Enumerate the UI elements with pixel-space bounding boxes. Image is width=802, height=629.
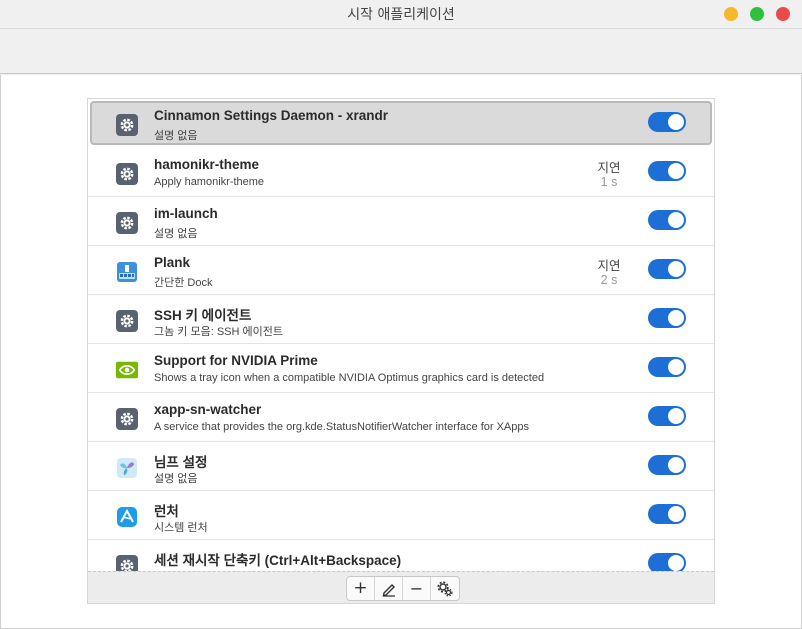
startup-list: Cinnamon Settings Daemon - xrandr 설명 없음 ha…: [87, 98, 715, 604]
startup-entry-row[interactable]: im-launch 설명 없음: [88, 197, 714, 246]
gear-icon: [116, 555, 138, 571]
toggle-knob: [668, 506, 684, 522]
entry-description: A service that provides the org.kde.Stat…: [154, 421, 529, 433]
settings-button[interactable]: [431, 577, 459, 600]
enable-toggle[interactable]: [648, 161, 686, 181]
launcher-icon: [116, 506, 138, 528]
startup-entry-row[interactable]: Plank 간단한 Dock 지연 2 s: [88, 246, 714, 295]
entry-description: 설명 없음: [154, 228, 198, 240]
startup-entry-row[interactable]: xapp-sn-watcher A service that provides t…: [88, 393, 714, 442]
startup-entry-row[interactable]: Support for NVIDIA Prime Shows a tray ico…: [88, 344, 714, 393]
enable-toggle[interactable]: [648, 553, 686, 571]
entry-name: 런처: [154, 504, 179, 519]
enable-toggle[interactable]: [648, 357, 686, 377]
startup-entry-row[interactable]: hamonikr-theme Apply hamonikr-theme 지연 1 s: [88, 148, 714, 197]
gear-icon: [116, 163, 138, 185]
enable-toggle[interactable]: [648, 504, 686, 524]
add-button[interactable]: +: [347, 577, 375, 600]
entry-description: 그놈 키 모음: SSH 에이전트: [154, 326, 283, 338]
enable-toggle[interactable]: [648, 455, 686, 475]
gear-icon: [116, 408, 138, 430]
delay-value: 1 s: [600, 175, 618, 189]
remove-icon: −: [409, 578, 424, 598]
entry-description: 설명 없음: [154, 130, 198, 142]
gear-icon: [116, 212, 138, 234]
toggle-knob: [668, 457, 684, 473]
startup-entry-row[interactable]: Cinnamon Settings Daemon - xrandr 설명 없음: [90, 101, 712, 145]
entry-name: Support for NVIDIA Prime: [154, 353, 318, 368]
title-bar: 시작 애플리케이션: [0, 0, 802, 29]
enable-toggle[interactable]: [648, 112, 686, 132]
entry-description: 시스템 런처: [154, 522, 208, 534]
plank-icon: [116, 261, 138, 283]
list-toolbar: + −: [88, 571, 714, 603]
toggle-knob: [668, 359, 684, 375]
nimf-icon: [116, 457, 138, 479]
startup-entry-row[interactable]: 님프 설정설명 없음: [88, 442, 714, 491]
entry-name: 님프 설정: [154, 455, 208, 470]
toggle-knob: [668, 212, 684, 228]
entry-name: 세션 재시작 단축키 (Ctrl+Alt+Backspace): [154, 553, 402, 568]
remove-button[interactable]: −: [403, 577, 431, 600]
startup-entry-row[interactable]: 런처시스템 런처: [88, 491, 714, 540]
toggle-knob: [668, 114, 684, 130]
toggle-knob: [668, 310, 684, 326]
window-title: 시작 애플리케이션: [347, 7, 455, 23]
toggle-knob: [668, 555, 684, 571]
enable-toggle[interactable]: [648, 259, 686, 279]
delay-label: 지연: [597, 259, 621, 273]
entry-name: im-launch: [154, 206, 218, 221]
close-button[interactable]: [776, 7, 790, 21]
gear-icon: [116, 310, 138, 332]
gear-icon: [116, 114, 138, 136]
settings-icon: [437, 580, 453, 597]
startup-entry-row[interactable]: SSH 키 에이전트그놈 키 모음: SSH 에이전트: [88, 295, 714, 344]
startup-entry-row[interactable]: 세션 재시작 단축키 (Ctrl+Alt+Backspace)Ctrl+Alt+…: [88, 540, 714, 571]
entry-description: Apply hamonikr-theme: [154, 176, 265, 188]
enable-toggle[interactable]: [648, 406, 686, 426]
entry-description: 설명 없음: [154, 473, 198, 485]
nvidia-icon: [116, 359, 138, 381]
header-area: [0, 29, 802, 74]
enable-toggle[interactable]: [648, 210, 686, 230]
entry-name: Plank: [154, 255, 191, 270]
list-toolbar-buttons: + −: [346, 576, 460, 601]
entry-description: Shows a tray icon when a compatible NVID…: [154, 372, 545, 384]
maximize-button[interactable]: [750, 7, 764, 21]
toggle-knob: [668, 408, 684, 424]
entry-name: xapp-sn-watcher: [154, 402, 262, 417]
entry-name: hamonikr-theme: [154, 157, 260, 172]
enable-toggle[interactable]: [648, 308, 686, 328]
delay-value: 2 s: [600, 273, 618, 287]
toggle-knob: [668, 261, 684, 277]
startup-list-viewport[interactable]: Cinnamon Settings Daemon - xrandr 설명 없음 ha…: [88, 99, 714, 571]
entry-description: 간단한 Dock: [154, 277, 213, 289]
minimize-button[interactable]: [724, 7, 738, 21]
add-icon: +: [353, 578, 368, 598]
edit-icon: [382, 583, 395, 597]
entry-name: SSH 키 에이전트: [154, 308, 252, 323]
toggle-knob: [668, 163, 684, 179]
entry-name: Cinnamon Settings Daemon - xrandr: [154, 108, 389, 123]
edit-button[interactable]: [375, 577, 403, 600]
delay-label: 지연: [597, 161, 621, 175]
